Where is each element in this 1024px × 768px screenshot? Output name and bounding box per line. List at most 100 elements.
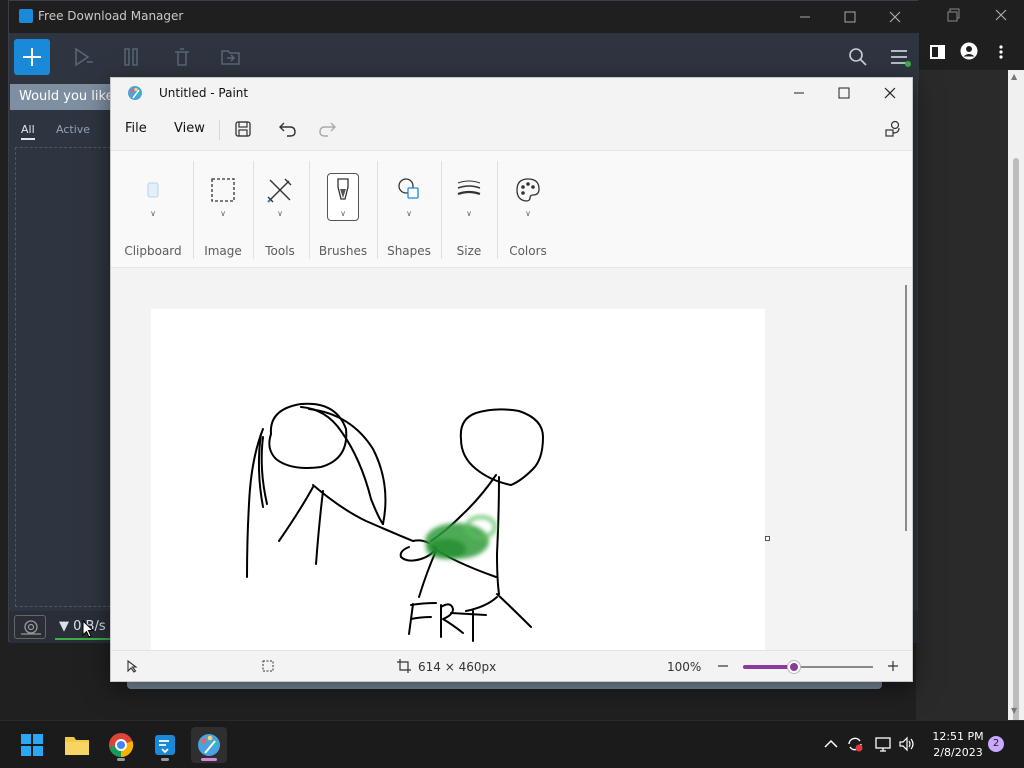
image-label: Image: [204, 244, 242, 258]
ribbon-group-tools[interactable]: ∨ Tools: [259, 151, 301, 269]
move-folder-icon[interactable]: [220, 47, 242, 67]
selection-size-icon: [262, 660, 274, 672]
clock-time[interactable]: 12:51 PM: [930, 730, 986, 743]
running-indicator: [161, 758, 169, 761]
redo-icon[interactable]: [317, 119, 337, 139]
taskbar-chrome[interactable]: [103, 727, 139, 763]
profile-icon[interactable]: [960, 42, 978, 60]
start-button[interactable]: [14, 727, 50, 763]
maximize-icon[interactable]: [840, 7, 860, 27]
save-icon[interactable]: [233, 119, 253, 139]
fdm-toolbar: [9, 33, 919, 81]
zoom-level[interactable]: 100%: [667, 660, 701, 674]
fdm-notice-banner[interactable]: Would you like t: [10, 84, 110, 110]
fdm-app-icon: [19, 9, 33, 23]
ribbon-group-size[interactable]: ∨ Size: [447, 151, 491, 269]
scrollbar-thumb[interactable]: [1013, 158, 1019, 768]
size-label: Size: [456, 244, 482, 258]
ribbon-group-shapes[interactable]: ∨ Shapes: [383, 151, 435, 269]
taskbar-fdm[interactable]: [147, 727, 183, 763]
ribbon-divider: [441, 161, 442, 259]
ribbon-group-image[interactable]: ∨ Image: [199, 151, 247, 269]
close-icon[interactable]: [885, 7, 905, 27]
undo-icon[interactable]: [278, 119, 298, 139]
zoom-in-icon[interactable]: [886, 659, 900, 673]
minimize-icon[interactable]: [795, 7, 815, 27]
ribbon-group-brushes[interactable]: ∨ Brushes: [315, 151, 371, 269]
pause-icon[interactable]: [122, 47, 144, 67]
snail-mode-icon[interactable]: [14, 615, 46, 639]
maximize-icon[interactable]: [832, 82, 856, 104]
file-menu[interactable]: File: [125, 121, 147, 136]
menu-icon[interactable]: [889, 47, 911, 67]
tab-all[interactable]: All: [21, 123, 35, 140]
chevron-down-icon: ∨: [406, 209, 412, 218]
close-icon[interactable]: [878, 82, 902, 104]
ribbon-group-colors[interactable]: ∨ Colors: [503, 151, 553, 269]
canvas-resize-handle[interactable]: [765, 536, 770, 541]
colors-label: Colors: [509, 244, 547, 258]
drawing-canvas[interactable]: [151, 309, 765, 650]
tools-label: Tools: [265, 244, 295, 258]
chevron-down-icon: ∨: [466, 209, 472, 218]
drawing: [246, 402, 544, 642]
start-icon[interactable]: [73, 47, 95, 67]
notification-badge[interactable]: 2: [988, 736, 1004, 752]
restore-icon[interactable]: [947, 8, 961, 22]
running-indicator: [201, 758, 217, 761]
tools-icon: [267, 178, 292, 203]
chevron-down-icon: ∨: [150, 209, 156, 218]
zoom-slider-thumb[interactable]: [788, 661, 800, 673]
canvas-scrollbar[interactable]: [903, 269, 912, 650]
taskbar-paint[interactable]: [191, 727, 227, 763]
volume-icon[interactable]: [898, 735, 916, 753]
delete-icon[interactable]: [171, 47, 193, 67]
paint-statusbar: 614 × 460px 100%: [111, 650, 912, 681]
running-indicator: [117, 758, 125, 761]
tab-active[interactable]: Active: [56, 123, 90, 136]
ribbon-group-clipboard[interactable]: ∨ Clipboard: [121, 151, 185, 269]
canvas-workspace: [111, 269, 903, 650]
close-icon[interactable]: [994, 8, 1008, 22]
add-download-button[interactable]: [14, 39, 50, 75]
browser-content: [916, 70, 1008, 720]
more-options-icon[interactable]: [998, 44, 1004, 60]
speed-indicator: [55, 638, 111, 640]
share-icon[interactable]: [883, 119, 903, 139]
ribbon-divider: [497, 161, 498, 259]
paint-window: Untitled - Paint File View ∨ Clipboard ∨…: [110, 77, 913, 682]
view-menu[interactable]: View: [174, 121, 205, 136]
scroll-up-icon[interactable]: ▲: [1011, 72, 1017, 81]
clipboard-icon: [147, 182, 159, 198]
shapes-label: Shapes: [387, 244, 431, 258]
paint-titlebar: Untitled - Paint: [111, 78, 912, 108]
zoom-out-icon[interactable]: [716, 659, 730, 673]
scrollbar-thumb[interactable]: [905, 285, 907, 531]
fdm-titlebar: Free Download Manager: [9, 1, 919, 33]
fdm-window-title: Free Download Manager: [38, 9, 184, 23]
brushes-label: Brushes: [318, 244, 368, 258]
paint-app-icon: [128, 86, 142, 100]
mouse-cursor-icon: [82, 620, 94, 638]
ribbon-divider: [253, 161, 254, 259]
minimize-icon[interactable]: [787, 82, 811, 104]
menu-divider: [219, 120, 220, 140]
clock-date[interactable]: 2/8/2023: [930, 746, 986, 759]
shapes-icon: [398, 178, 419, 199]
search-icon[interactable]: [847, 47, 869, 67]
paint-ribbon: ∨ Clipboard ∨ Image ∨ Tools ∨ Brushes ∨ …: [111, 150, 912, 268]
network-icon[interactable]: [874, 735, 892, 753]
selection-icon: [211, 178, 235, 202]
chevron-down-icon: ∨: [277, 209, 283, 218]
sidebar-icon[interactable]: [930, 44, 946, 60]
sync-icon[interactable]: [846, 735, 864, 753]
folder-icon: [65, 737, 89, 755]
chevron-down-icon: ∨: [525, 209, 531, 218]
chevron-up-icon[interactable]: [822, 735, 840, 753]
taskbar: 12:51 PM 2/8/2023 2: [0, 720, 1024, 768]
browser-scrollbar[interactable]: ▲ ▼: [1008, 70, 1024, 768]
scroll-down-icon[interactable]: ▼: [1011, 706, 1017, 715]
taskbar-file-explorer[interactable]: [59, 727, 95, 763]
clipboard-label: Clipboard: [124, 244, 182, 258]
brush-icon: [337, 178, 349, 200]
